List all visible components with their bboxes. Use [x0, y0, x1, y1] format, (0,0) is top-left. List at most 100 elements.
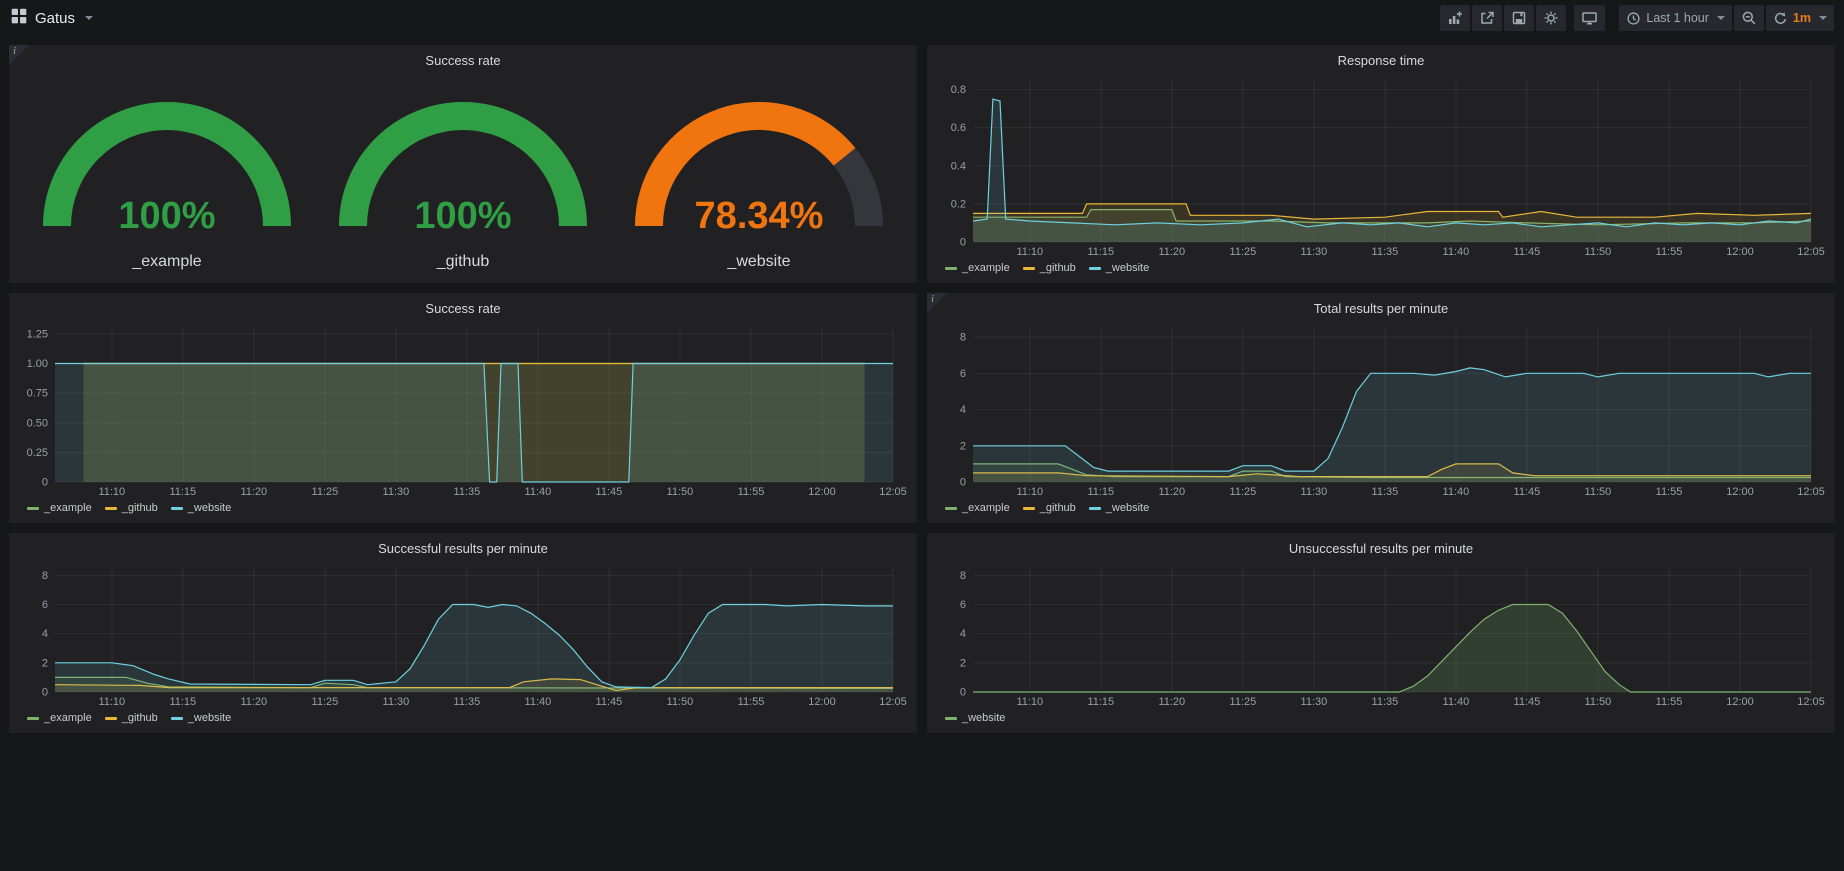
refresh-button[interactable]: 1m	[1766, 5, 1834, 31]
svg-text:11:55: 11:55	[1656, 246, 1683, 258]
panel-title[interactable]: Total results per minute	[937, 296, 1825, 320]
legend-label: _website	[962, 712, 1005, 724]
svg-text:11:45: 11:45	[1514, 696, 1541, 708]
legend-item-website[interactable]: _website	[171, 712, 231, 724]
dashboard-title[interactable]: Gatus	[35, 10, 75, 27]
svg-text:11:35: 11:35	[1372, 486, 1399, 498]
line-chart-successful-results[interactable]: 0246811:1011:1511:2011:2511:3011:3511:40…	[19, 560, 907, 708]
series-color-dash	[945, 717, 957, 720]
svg-text:1.00: 1.00	[27, 358, 48, 370]
info-icon: i	[931, 293, 934, 305]
tv-mode-icon	[1581, 10, 1598, 26]
chevron-down-icon	[85, 16, 93, 20]
legend-item-github[interactable]: _github	[1023, 502, 1076, 514]
svg-text:11:35: 11:35	[454, 696, 481, 708]
panel-title[interactable]: Successful results per minute	[19, 536, 907, 560]
series-color-dash	[1089, 507, 1101, 510]
legend-item-example[interactable]: _example	[945, 502, 1010, 514]
legend: _example _github _website	[19, 708, 907, 728]
svg-text:0: 0	[960, 237, 966, 249]
gauge-chart[interactable]: 100%_example100%_github78.34%_website	[19, 72, 907, 278]
svg-text:12:05: 12:05	[879, 486, 907, 498]
refresh-icon	[1773, 11, 1788, 26]
svg-text:0: 0	[42, 477, 48, 489]
svg-text:11:55: 11:55	[1656, 486, 1683, 498]
chevron-down-icon	[1819, 16, 1827, 20]
line-chart-response-time[interactable]: 00.20.40.60.811:1011:1511:2011:2511:3011…	[937, 72, 1825, 258]
svg-text:0: 0	[42, 687, 48, 699]
series-color-dash	[945, 507, 957, 510]
legend-item-example[interactable]: _example	[945, 262, 1010, 274]
svg-text:100%: 100%	[118, 195, 215, 237]
legend-item-github[interactable]: _github	[105, 502, 158, 514]
line-chart-svg: 0246811:1011:1511:2011:2511:3011:3511:40…	[937, 560, 1825, 708]
line-chart-unsuccessful-results[interactable]: 0246811:1011:1511:2011:2511:3011:3511:40…	[937, 560, 1825, 708]
panel-title[interactable]: Unsuccessful results per minute	[937, 536, 1825, 560]
panel-title[interactable]: Response time	[937, 48, 1825, 72]
cycle-view-button[interactable]	[1574, 5, 1605, 31]
svg-text:11:25: 11:25	[1230, 486, 1257, 498]
svg-text:11:20: 11:20	[240, 696, 267, 708]
settings-button[interactable]	[1536, 5, 1566, 31]
apps-grid-icon[interactable]	[10, 7, 28, 30]
panel-unsuccessful-results: Unsuccessful results per minute 0246811:…	[926, 532, 1836, 734]
svg-text:11:50: 11:50	[1585, 246, 1612, 258]
panel-title[interactable]: Success rate	[19, 48, 907, 72]
svg-text:11:30: 11:30	[1301, 696, 1328, 708]
legend-item-website[interactable]: _website	[945, 712, 1005, 724]
svg-text:11:50: 11:50	[667, 696, 694, 708]
svg-text:11:45: 11:45	[596, 486, 623, 498]
legend-label: _website	[1106, 262, 1149, 274]
info-icon: i	[13, 45, 16, 57]
legend-label: _github	[122, 502, 158, 514]
save-button[interactable]	[1504, 5, 1534, 31]
svg-text:11:25: 11:25	[1230, 696, 1257, 708]
series-color-dash	[105, 507, 117, 510]
svg-text:11:40: 11:40	[525, 486, 552, 498]
svg-text:12:00: 12:00	[1726, 486, 1754, 498]
svg-text:100%: 100%	[414, 195, 511, 237]
info-corner-icon[interactable]: i	[927, 293, 947, 313]
legend-item-website[interactable]: _website	[1089, 262, 1149, 274]
dashboard-grid: i Success rate 100%_example100%_github78…	[0, 36, 1844, 742]
panel-title[interactable]: Success rate	[19, 296, 907, 320]
time-picker-button[interactable]: Last 1 hour	[1619, 5, 1732, 31]
svg-text:11:15: 11:15	[1087, 696, 1114, 708]
zoom-out-button[interactable]	[1734, 5, 1764, 31]
series-color-dash	[1089, 267, 1101, 270]
legend-item-example[interactable]: _example	[27, 712, 92, 724]
legend: _website	[937, 708, 1825, 728]
legend-label: _website	[1106, 502, 1149, 514]
svg-text:11:35: 11:35	[1372, 696, 1399, 708]
line-chart-total-results[interactable]: 0246811:1011:1511:2011:2511:3011:3511:40…	[937, 320, 1825, 498]
legend-label: _website	[188, 502, 231, 514]
legend-label: _example	[44, 712, 92, 724]
legend-item-website[interactable]: _website	[171, 502, 231, 514]
series-color-dash	[945, 267, 957, 270]
series-color-dash	[1023, 507, 1035, 510]
svg-text:11:35: 11:35	[1372, 246, 1399, 258]
svg-text:_example: _example	[131, 253, 201, 270]
panel-total-results: i Total results per minute 0246811:1011:…	[926, 292, 1836, 524]
svg-text:11:20: 11:20	[1158, 696, 1185, 708]
svg-text:11:45: 11:45	[1514, 486, 1541, 498]
add-panel-button[interactable]	[1440, 5, 1470, 31]
refresh-interval: 1m	[1793, 11, 1811, 25]
svg-text:11:55: 11:55	[1656, 696, 1683, 708]
svg-text:11:25: 11:25	[1230, 246, 1257, 258]
legend-label: _website	[188, 712, 231, 724]
series-color-dash	[171, 507, 183, 510]
svg-text:0.25: 0.25	[27, 447, 48, 459]
svg-text:11:15: 11:15	[169, 486, 196, 498]
panel-success-rate-gauges: i Success rate 100%_example100%_github78…	[8, 44, 918, 284]
legend-item-github[interactable]: _github	[1023, 262, 1076, 274]
svg-text:11:55: 11:55	[738, 696, 765, 708]
line-chart-success-rate[interactable]: 00.250.500.751.001.2511:1011:1511:2011:2…	[19, 320, 907, 498]
share-button[interactable]	[1472, 5, 1502, 31]
zoom-out-icon	[1741, 10, 1757, 26]
legend-item-github[interactable]: _github	[105, 712, 158, 724]
legend-item-example[interactable]: _example	[27, 502, 92, 514]
legend-item-website[interactable]: _website	[1089, 502, 1149, 514]
info-corner-icon[interactable]: i	[9, 45, 29, 65]
time-range-label: Last 1 hour	[1646, 11, 1709, 25]
